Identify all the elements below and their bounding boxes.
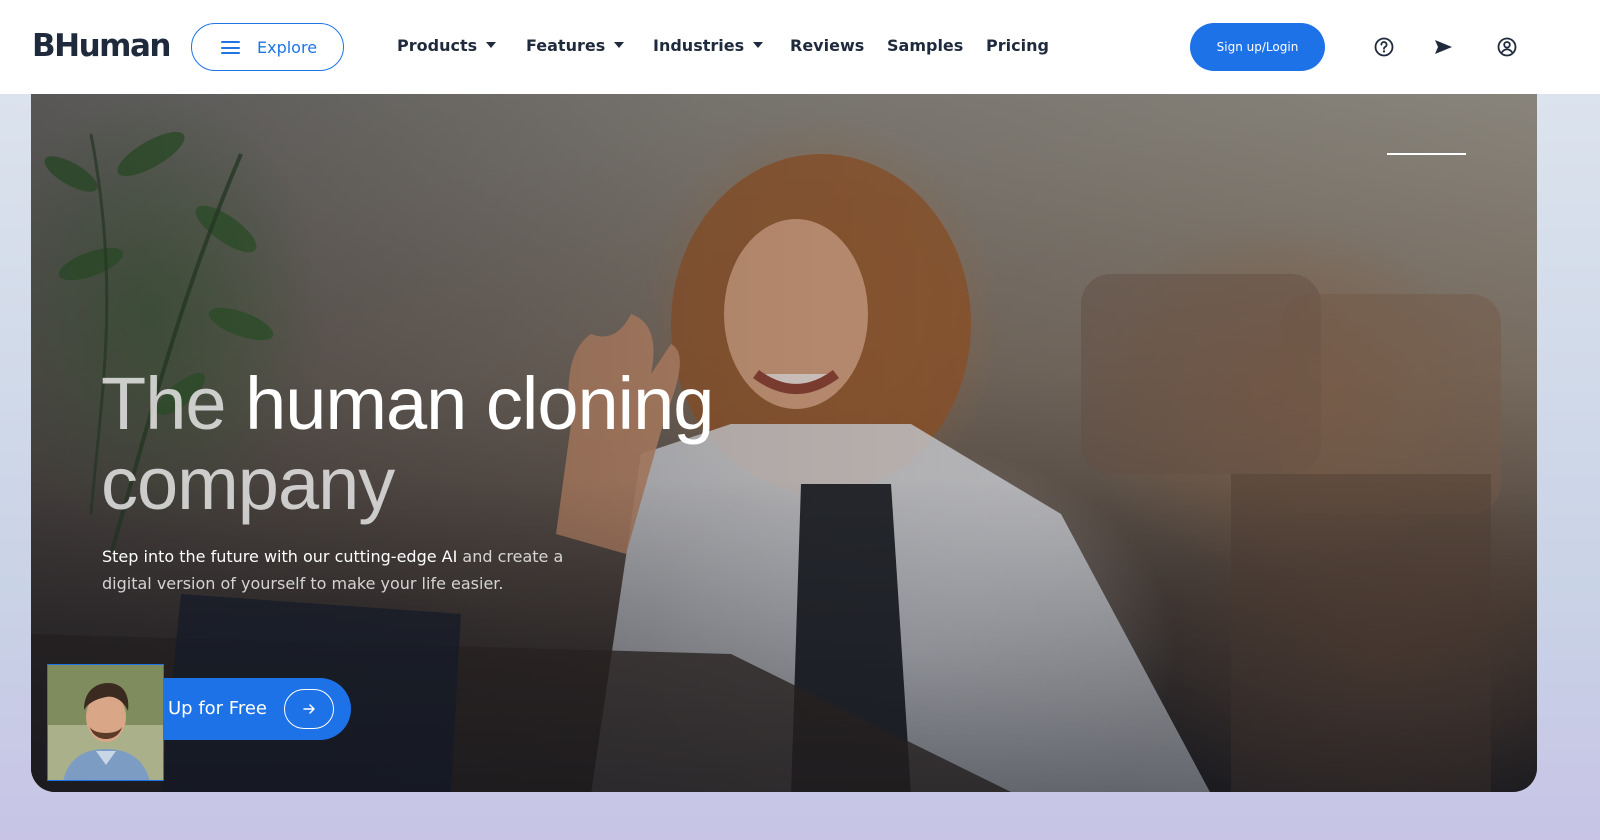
hero-title-part1: The <box>101 362 246 445</box>
nav-pricing[interactable]: Pricing <box>986 36 1049 55</box>
user-circle-icon[interactable] <box>1496 36 1518 58</box>
hero-title-highlight: human cloning <box>245 362 714 445</box>
caret-down-icon <box>753 41 764 48</box>
send-icon[interactable] <box>1432 36 1454 58</box>
hero-subtitle-highlight: Step into the future with our cutting-ed… <box>102 547 458 566</box>
caret-down-icon <box>486 41 497 48</box>
menu-icon <box>221 41 240 54</box>
hero-title-part3: company <box>101 442 395 525</box>
nav-features[interactable]: Features <box>526 36 625 55</box>
explore-label: Explore <box>257 38 318 57</box>
site-header: BHuman Explore Products Features Industr… <box>0 0 1600 94</box>
nav-features-label: Features <box>526 36 606 55</box>
arrow-right-icon <box>284 689 334 729</box>
logo[interactable]: BHuman <box>32 28 171 64</box>
nav-products-label: Products <box>397 36 478 55</box>
slide-indicator[interactable] <box>1387 153 1466 155</box>
hero-subtitle: Step into the future with our cutting-ed… <box>102 543 582 597</box>
hero-title: The human cloning company <box>101 364 861 524</box>
nav-products[interactable]: Products <box>397 36 497 55</box>
nav-industries-label: Industries <box>653 36 745 55</box>
help-circle-icon[interactable] <box>1373 36 1395 58</box>
signup-free-button[interactable]: Up for Free <box>161 678 351 740</box>
nav-industries[interactable]: Industries <box>653 36 764 55</box>
avatar <box>47 664 164 781</box>
cta-label: Up for Free <box>168 698 267 719</box>
signup-login-button[interactable]: Sign up/Login <box>1190 23 1325 71</box>
explore-button[interactable]: Explore <box>191 23 344 71</box>
hero-section: The human cloning company Step into the … <box>31 94 1537 792</box>
nav-samples[interactable]: Samples <box>887 36 963 55</box>
caret-down-icon <box>614 41 625 48</box>
nav-reviews[interactable]: Reviews <box>790 36 864 55</box>
